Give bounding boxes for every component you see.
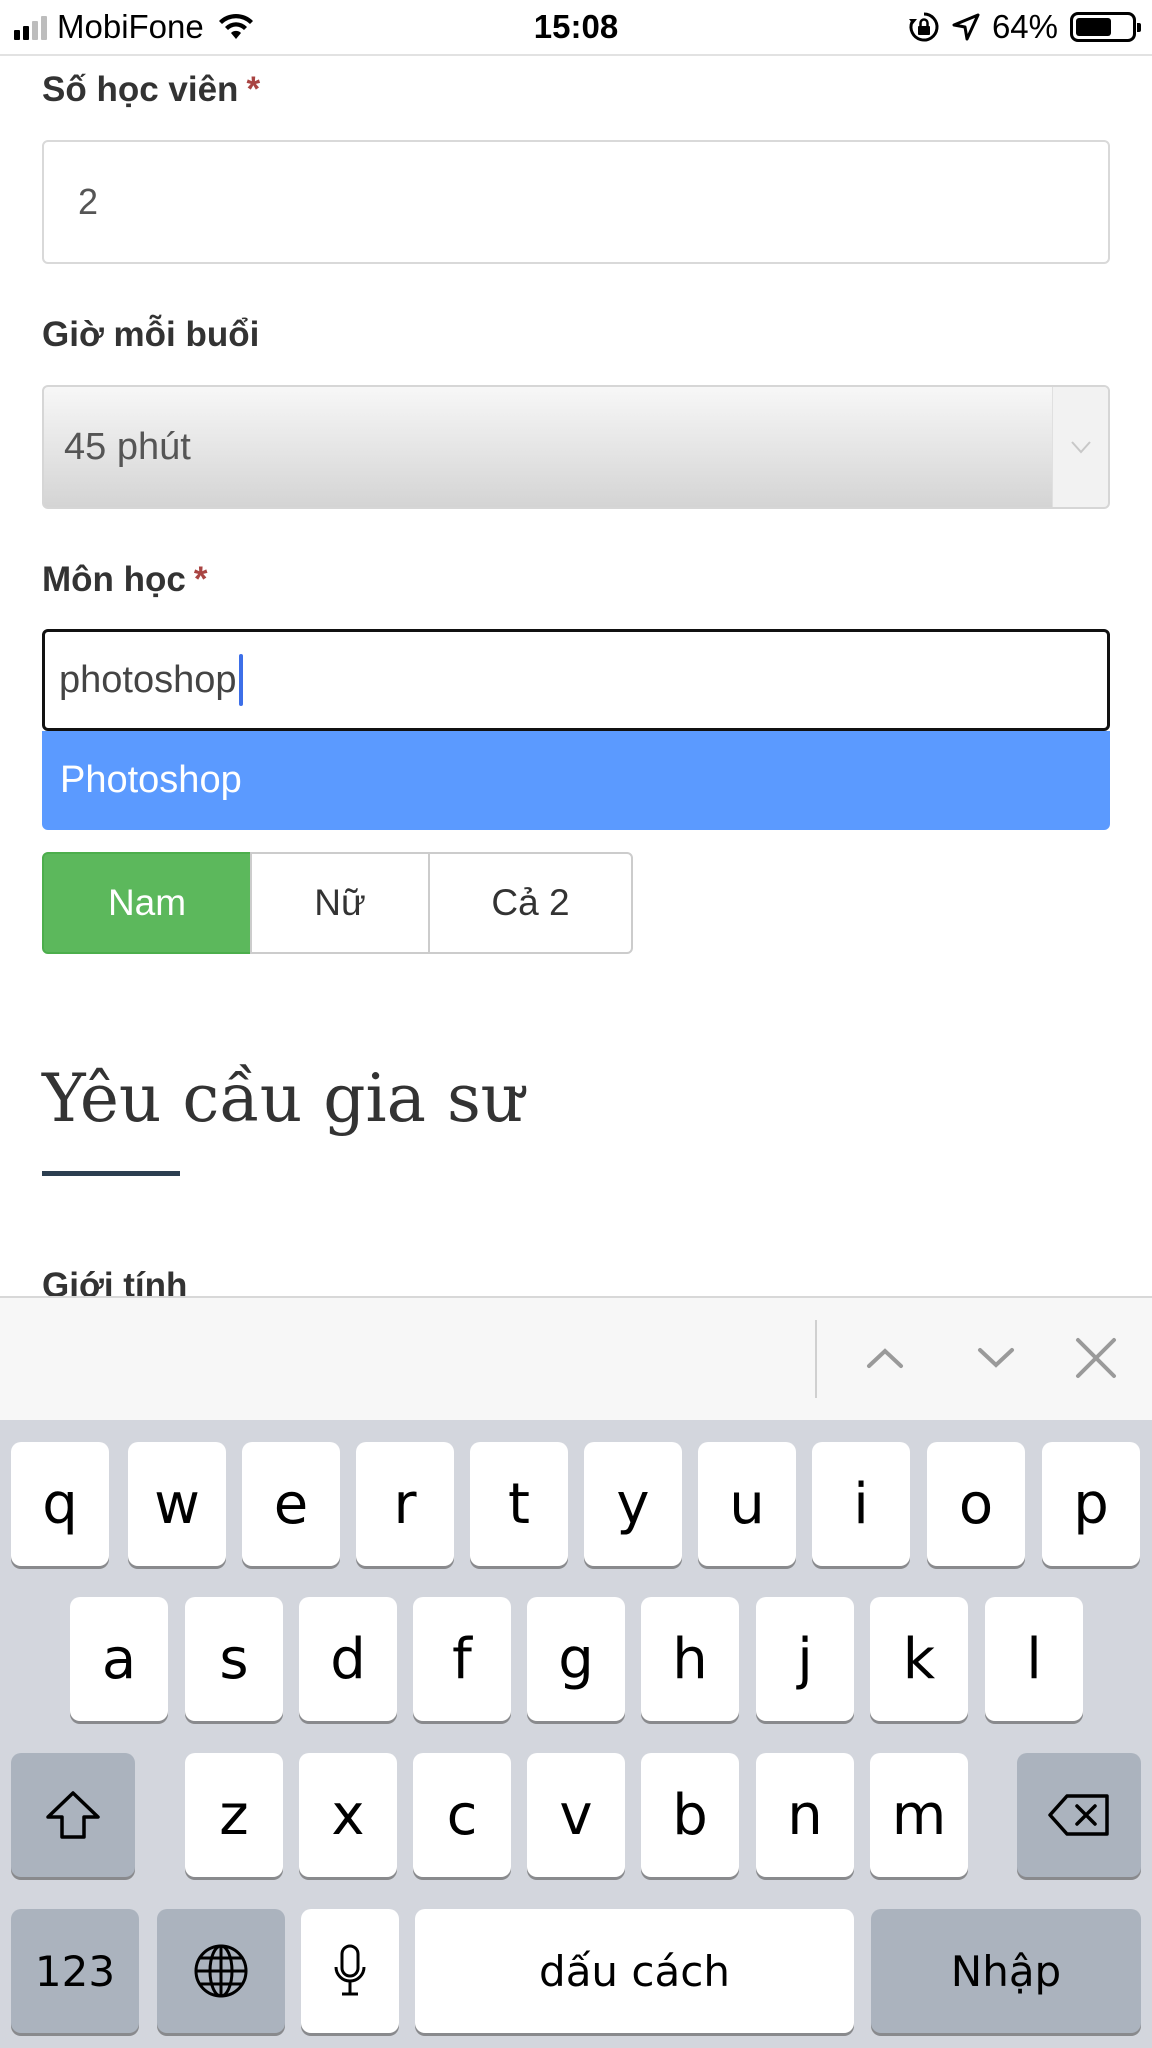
- key-i[interactable]: i: [812, 1442, 910, 1566]
- rotation-lock-icon: [908, 12, 939, 42]
- chevron-up-icon[interactable]: [855, 1328, 915, 1388]
- globe-key[interactable]: [157, 1909, 285, 2033]
- gender-toggle-group: Nam Nữ Cả 2: [42, 852, 633, 954]
- key-p[interactable]: p: [1042, 1442, 1140, 1566]
- key-x[interactable]: x: [299, 1753, 397, 1877]
- return-key[interactable]: Nhập: [871, 1909, 1141, 2033]
- subject-label-text: Môn học: [42, 560, 186, 599]
- key-z[interactable]: z: [185, 1753, 283, 1877]
- chevron-down-icon[interactable]: [966, 1328, 1026, 1388]
- dictation-key[interactable]: [301, 1909, 399, 2033]
- key-q[interactable]: q: [11, 1442, 109, 1566]
- backspace-icon: [1048, 1794, 1109, 1836]
- divider: [815, 1320, 817, 1398]
- shift-key[interactable]: [11, 1753, 135, 1877]
- key-r[interactable]: r: [356, 1442, 454, 1566]
- shift-icon: [46, 1791, 100, 1839]
- students-label-text: Số học viên: [42, 70, 239, 109]
- battery-fill: [1076, 18, 1111, 36]
- globe-icon: [194, 1944, 248, 1998]
- key-w[interactable]: w: [128, 1442, 226, 1566]
- key-m[interactable]: m: [870, 1753, 968, 1877]
- keyboard: q w e r t y u i o p a s d f g h j k l z …: [0, 1420, 1152, 2048]
- status-right: 64%: [908, 8, 1141, 46]
- hours-label: Giờ mỗi buổi: [42, 315, 259, 355]
- required-mark: *: [246, 70, 261, 109]
- key-k[interactable]: k: [870, 1597, 968, 1721]
- space-key[interactable]: dấu cách: [415, 1909, 854, 2033]
- status-bar: MobiFone 15:08 64%: [0, 0, 1152, 56]
- subject-input[interactable]: photoshop: [42, 629, 1110, 731]
- battery-icon: [1070, 12, 1141, 42]
- key-h[interactable]: h: [641, 1597, 739, 1721]
- subject-input-value: photoshop: [59, 658, 237, 701]
- key-g[interactable]: g: [527, 1597, 625, 1721]
- key-e[interactable]: e: [242, 1442, 340, 1566]
- key-c[interactable]: c: [413, 1753, 511, 1877]
- key-s[interactable]: s: [185, 1597, 283, 1721]
- chevron-down-icon: [1052, 387, 1108, 507]
- key-l[interactable]: l: [985, 1597, 1083, 1721]
- key-u[interactable]: u: [698, 1442, 796, 1566]
- key-f[interactable]: f: [413, 1597, 511, 1721]
- key-d[interactable]: d: [299, 1597, 397, 1721]
- students-input-value: 2: [78, 181, 99, 222]
- backspace-key[interactable]: [1017, 1753, 1141, 1877]
- gender-option-nu[interactable]: Nữ: [250, 852, 430, 954]
- numbers-key[interactable]: 123: [11, 1909, 139, 2033]
- key-n[interactable]: n: [756, 1753, 854, 1877]
- students-label: Số học viên *: [42, 70, 260, 110]
- key-j[interactable]: j: [756, 1597, 854, 1721]
- hours-select[interactable]: 45 phút: [42, 385, 1110, 509]
- key-v[interactable]: v: [527, 1753, 625, 1877]
- hours-select-value: 45 phút: [64, 425, 191, 468]
- location-icon: [952, 13, 980, 41]
- close-icon[interactable]: [1066, 1328, 1126, 1388]
- section-divider: [42, 1171, 180, 1176]
- text-caret: [238, 654, 243, 706]
- keyboard-accessory-bar: [0, 1296, 1152, 1420]
- section-title: Yêu cầu gia sư: [42, 1060, 524, 1137]
- gender-option-nam[interactable]: Nam: [42, 852, 252, 954]
- hours-label-text: Giờ mỗi buổi: [42, 315, 260, 354]
- gender-option-ca-2[interactable]: Cả 2: [428, 852, 633, 954]
- subject-suggestion[interactable]: Photoshop: [42, 731, 1110, 830]
- subject-suggestion-label: Photoshop: [60, 759, 242, 801]
- key-y[interactable]: y: [584, 1442, 682, 1566]
- key-a[interactable]: a: [70, 1597, 168, 1721]
- battery-percent: 64%: [991, 8, 1058, 45]
- required-mark: *: [193, 560, 208, 599]
- key-t[interactable]: t: [470, 1442, 568, 1566]
- microphone-icon: [334, 1944, 366, 1996]
- key-o[interactable]: o: [927, 1442, 1025, 1566]
- key-b[interactable]: b: [641, 1753, 739, 1877]
- students-input[interactable]: 2: [42, 140, 1110, 264]
- subject-label: Môn học *: [42, 560, 208, 600]
